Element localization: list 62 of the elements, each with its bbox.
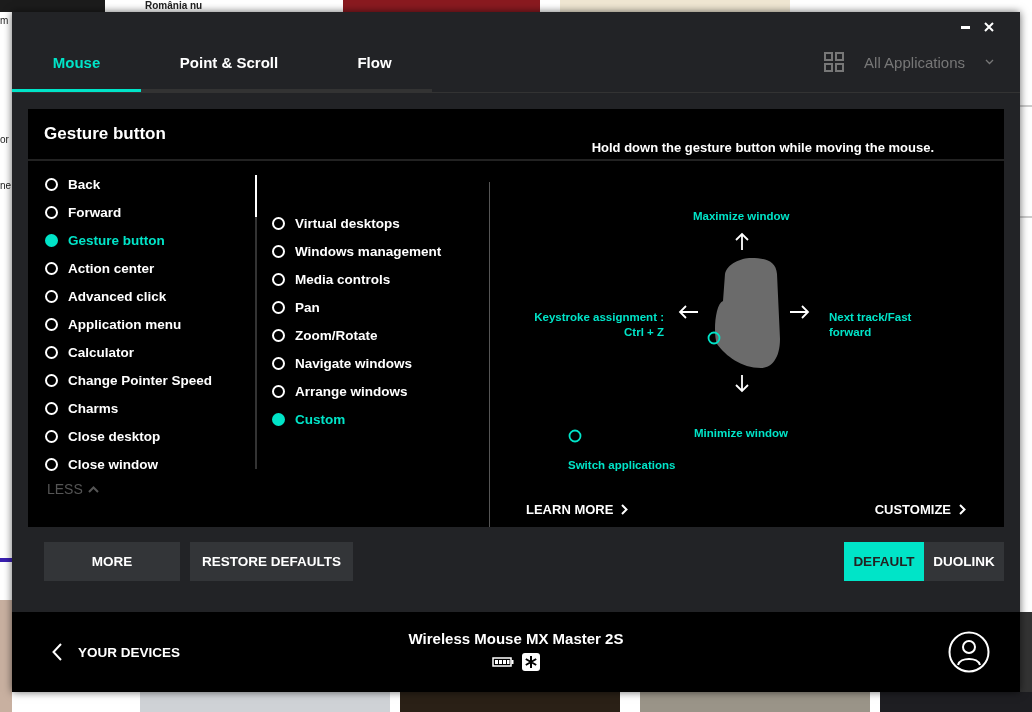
option-item[interactable]: Gesture button [28,226,255,254]
radio-button[interactable] [272,412,285,426]
option-item[interactable]: Custom [257,405,489,433]
arrow-up-icon [735,232,749,251]
arrow-down-icon [735,374,749,393]
chevron-down-icon[interactable] [985,59,994,65]
option-item[interactable]: Application menu [28,310,255,338]
gesture-label: Keystroke assignment : Ctrl + Z [534,310,664,340]
button-marker-icon [707,331,721,345]
chevron-right-icon [959,504,966,515]
option-item[interactable]: Change Pointer Speed [28,366,255,394]
action-button[interactable]: RESTORE DEFAULTS [190,542,353,581]
legend-marker-icon [568,429,582,443]
battery-icon [492,657,514,667]
scrollbar[interactable] [255,175,257,469]
option-item[interactable]: Close desktop [28,422,255,450]
option-item[interactable]: Calculator [28,338,255,366]
tab[interactable]: Flow [317,42,432,92]
customize-link[interactable]: CUSTOMIZE [874,502,966,517]
option-item[interactable]: Advanced click [28,282,255,310]
gesture-label: Minimize window [694,426,788,441]
back-link[interactable]: YOUR DEVICES [52,643,181,661]
page-text: or [0,133,10,147]
receiver-icon [522,653,540,671]
chevron-up-icon [87,485,99,493]
option-item[interactable]: Back [28,170,255,198]
option-item[interactable]: Virtual desktops [257,209,489,237]
learn-more-link[interactable]: LEARN MORE [526,502,629,517]
option-item[interactable]: Zoom/Rotate [257,321,489,349]
option-item[interactable]: Forward [28,198,255,226]
option-item[interactable]: Charms [28,394,255,422]
gesture-label: Switch applications [568,458,676,473]
option-item[interactable]: Pan [257,293,489,321]
panel-title: Gesture button [44,124,166,144]
tab[interactable]: Mouse [12,42,141,92]
mode-toggle[interactable]: DEFAULT [844,542,924,581]
page-text: m [0,14,10,28]
headline: România nu [145,0,204,12]
action-button[interactable]: MORE [44,542,180,581]
app-selector[interactable]: All Applications [864,53,965,71]
chevron-right-icon [621,504,629,515]
mode-toggle[interactable]: DUOLINK [924,542,1004,581]
user-icon[interactable] [948,631,990,673]
page-text: ne [0,179,12,193]
grid-icon[interactable] [824,52,845,72]
hint-text: Hold down the gesture button while moving the mouse. [591,140,934,155]
option-item[interactable]: Media controls [257,265,489,293]
tab[interactable]: Point & Scroll [141,42,317,92]
radio-button[interactable] [45,233,58,247]
minimize-icon[interactable] [961,25,970,29]
option-item[interactable]: Navigate windows [257,349,489,377]
chevron-left-icon [52,643,62,661]
close-icon[interactable] [984,22,994,32]
option-item[interactable]: Close window [28,450,255,474]
arrow-right-icon [789,305,810,319]
option-item[interactable]: Arrange windows [257,377,489,405]
device-name: Wireless Mouse MX Master 2S [408,630,624,647]
gesture-label: Next track/Fast forward [829,310,913,340]
arrow-left-icon [678,305,699,319]
gesture-label: Maximize window [693,209,790,224]
option-item[interactable]: Windows management [257,237,489,265]
option-item[interactable]: Action center [28,254,255,282]
